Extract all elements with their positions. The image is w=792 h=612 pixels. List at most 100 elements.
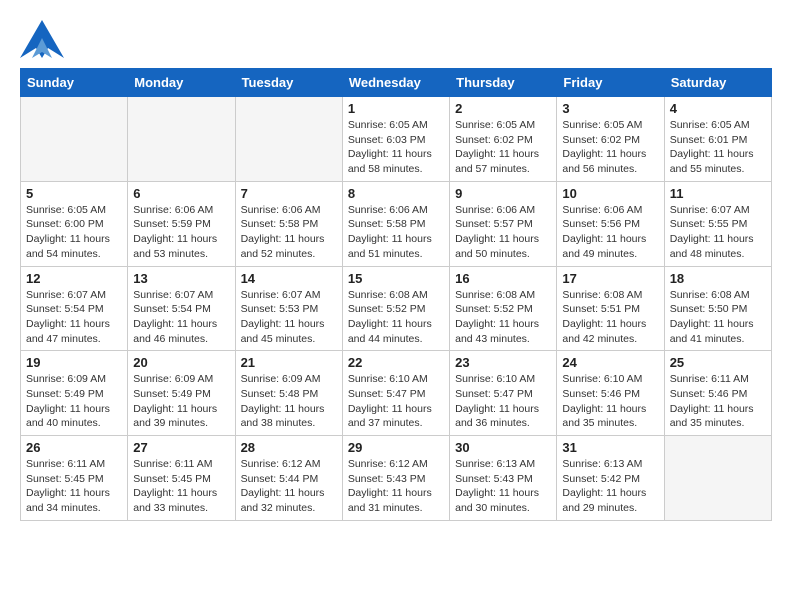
calendar-cell: 24 Sunrise: 6:10 AM Sunset: 5:46 PM Dayli…	[557, 351, 664, 436]
calendar: SundayMondayTuesdayWednesdayThursdayFrid…	[20, 68, 772, 521]
calendar-cell: 13Sunrise: 6:07 AM Sunset: 5:54 PM Dayli…	[128, 266, 235, 351]
calendar-week-1: 1 Sunrise: 6:05 AM Sunset: 6:03 PM Daylig…	[21, 97, 772, 182]
calendar-cell: 9 Sunrise: 6:06 AM Sunset: 5:57 PM Daylig…	[450, 181, 557, 266]
calendar-cell: 11 Sunrise: 6:07 AM Sunset: 5:55 PM Dayli…	[664, 181, 771, 266]
day-number: 3	[562, 101, 658, 116]
logo	[20, 20, 68, 58]
day-info: Sunrise: 6:08 AM Sunset: 5:51 PM Dayligh…	[562, 288, 658, 347]
calendar-cell	[128, 97, 235, 182]
calendar-week-4: 19 Sunrise: 6:09 AM Sunset: 5:49 PM Dayli…	[21, 351, 772, 436]
day-number: 23	[455, 355, 551, 370]
calendar-cell: 6 Sunrise: 6:06 AM Sunset: 5:59 PM Daylig…	[128, 181, 235, 266]
day-number: 24	[562, 355, 658, 370]
calendar-cell: 7 Sunrise: 6:06 AM Sunset: 5:58 PM Daylig…	[235, 181, 342, 266]
calendar-cell: 16 Sunrise: 6:08 AM Sunset: 5:52 PM Dayli…	[450, 266, 557, 351]
day-number: 10	[562, 186, 658, 201]
calendar-cell: 23 Sunrise: 6:10 AM Sunset: 5:47 PM Dayli…	[450, 351, 557, 436]
day-number: 12	[26, 271, 122, 286]
day-number: 5	[26, 186, 122, 201]
calendar-cell: 19 Sunrise: 6:09 AM Sunset: 5:49 PM Dayli…	[21, 351, 128, 436]
day-number: 28	[241, 440, 337, 455]
day-info: Sunrise: 6:09 AM Sunset: 5:49 PM Dayligh…	[26, 372, 122, 431]
day-info: Sunrise: 6:07 AM Sunset: 5:53 PM Dayligh…	[241, 288, 337, 347]
day-number: 6	[133, 186, 229, 201]
day-info: Sunrise: 6:09 AM Sunset: 5:49 PM Dayligh…	[133, 372, 229, 431]
calendar-cell: 12 Sunrise: 6:07 AM Sunset: 5:54 PM Dayli…	[21, 266, 128, 351]
day-number: 31	[562, 440, 658, 455]
calendar-cell: 30Sunrise: 6:13 AM Sunset: 5:43 PM Dayli…	[450, 436, 557, 521]
calendar-cell: 3Sunrise: 6:05 AM Sunset: 6:02 PM Daylig…	[557, 97, 664, 182]
day-number: 22	[348, 355, 444, 370]
header	[20, 20, 772, 58]
day-info: Sunrise: 6:05 AM Sunset: 6:00 PM Dayligh…	[26, 203, 122, 262]
calendar-cell: 18 Sunrise: 6:08 AM Sunset: 5:50 PM Dayli…	[664, 266, 771, 351]
day-number: 20	[133, 355, 229, 370]
day-number: 19	[26, 355, 122, 370]
day-number: 18	[670, 271, 766, 286]
header-saturday: Saturday	[664, 69, 771, 97]
day-number: 13	[133, 271, 229, 286]
day-info: Sunrise: 6:09 AM Sunset: 5:48 PM Dayligh…	[241, 372, 337, 431]
calendar-cell: 25Sunrise: 6:11 AM Sunset: 5:46 PM Dayli…	[664, 351, 771, 436]
calendar-cell	[21, 97, 128, 182]
calendar-cell: 17 Sunrise: 6:08 AM Sunset: 5:51 PM Dayli…	[557, 266, 664, 351]
day-info: Sunrise: 6:06 AM Sunset: 5:58 PM Dayligh…	[241, 203, 337, 262]
day-info: Sunrise: 6:08 AM Sunset: 5:52 PM Dayligh…	[455, 288, 551, 347]
header-monday: Monday	[128, 69, 235, 97]
day-info: Sunrise: 6:05 AM Sunset: 6:03 PM Dayligh…	[348, 118, 444, 177]
day-info: Sunrise: 6:06 AM Sunset: 5:56 PM Dayligh…	[562, 203, 658, 262]
day-number: 25	[670, 355, 766, 370]
day-number: 9	[455, 186, 551, 201]
day-number: 14	[241, 271, 337, 286]
day-info: Sunrise: 6:07 AM Sunset: 5:54 PM Dayligh…	[26, 288, 122, 347]
day-number: 16	[455, 271, 551, 286]
day-info: Sunrise: 6:12 AM Sunset: 5:44 PM Dayligh…	[241, 457, 337, 516]
calendar-cell: 29Sunrise: 6:12 AM Sunset: 5:43 PM Dayli…	[342, 436, 449, 521]
calendar-cell: 22 Sunrise: 6:10 AM Sunset: 5:47 PM Dayli…	[342, 351, 449, 436]
calendar-cell: 5 Sunrise: 6:05 AM Sunset: 6:00 PM Daylig…	[21, 181, 128, 266]
day-info: Sunrise: 6:11 AM Sunset: 5:45 PM Dayligh…	[133, 457, 229, 516]
calendar-cell: 14 Sunrise: 6:07 AM Sunset: 5:53 PM Dayli…	[235, 266, 342, 351]
header-tuesday: Tuesday	[235, 69, 342, 97]
calendar-cell	[235, 97, 342, 182]
header-thursday: Thursday	[450, 69, 557, 97]
day-info: Sunrise: 6:05 AM Sunset: 6:01 PM Dayligh…	[670, 118, 766, 177]
calendar-week-2: 5 Sunrise: 6:05 AM Sunset: 6:00 PM Daylig…	[21, 181, 772, 266]
calendar-cell: 27 Sunrise: 6:11 AM Sunset: 5:45 PM Dayli…	[128, 436, 235, 521]
calendar-week-3: 12 Sunrise: 6:07 AM Sunset: 5:54 PM Dayli…	[21, 266, 772, 351]
calendar-cell: 31 Sunrise: 6:13 AM Sunset: 5:42 PM Dayli…	[557, 436, 664, 521]
calendar-header-row: SundayMondayTuesdayWednesdayThursdayFrid…	[21, 69, 772, 97]
day-number: 15	[348, 271, 444, 286]
day-number: 4	[670, 101, 766, 116]
calendar-cell: 1 Sunrise: 6:05 AM Sunset: 6:03 PM Daylig…	[342, 97, 449, 182]
day-number: 17	[562, 271, 658, 286]
calendar-cell: 28 Sunrise: 6:12 AM Sunset: 5:44 PM Dayli…	[235, 436, 342, 521]
calendar-cell: 10 Sunrise: 6:06 AM Sunset: 5:56 PM Dayli…	[557, 181, 664, 266]
day-info: Sunrise: 6:13 AM Sunset: 5:42 PM Dayligh…	[562, 457, 658, 516]
day-info: Sunrise: 6:06 AM Sunset: 5:58 PM Dayligh…	[348, 203, 444, 262]
day-info: Sunrise: 6:06 AM Sunset: 5:59 PM Dayligh…	[133, 203, 229, 262]
day-number: 7	[241, 186, 337, 201]
header-wednesday: Wednesday	[342, 69, 449, 97]
day-info: Sunrise: 6:06 AM Sunset: 5:57 PM Dayligh…	[455, 203, 551, 262]
day-number: 11	[670, 186, 766, 201]
day-info: Sunrise: 6:11 AM Sunset: 5:45 PM Dayligh…	[26, 457, 122, 516]
logo-icon	[20, 20, 64, 58]
day-info: Sunrise: 6:08 AM Sunset: 5:50 PM Dayligh…	[670, 288, 766, 347]
calendar-cell	[664, 436, 771, 521]
day-number: 29	[348, 440, 444, 455]
day-number: 27	[133, 440, 229, 455]
day-info: Sunrise: 6:10 AM Sunset: 5:47 PM Dayligh…	[348, 372, 444, 431]
calendar-cell: 8Sunrise: 6:06 AM Sunset: 5:58 PM Daylig…	[342, 181, 449, 266]
day-number: 1	[348, 101, 444, 116]
calendar-cell: 2 Sunrise: 6:05 AM Sunset: 6:02 PM Daylig…	[450, 97, 557, 182]
day-info: Sunrise: 6:07 AM Sunset: 5:55 PM Dayligh…	[670, 203, 766, 262]
day-info: Sunrise: 6:10 AM Sunset: 5:46 PM Dayligh…	[562, 372, 658, 431]
day-number: 2	[455, 101, 551, 116]
day-info: Sunrise: 6:08 AM Sunset: 5:52 PM Dayligh…	[348, 288, 444, 347]
header-sunday: Sunday	[21, 69, 128, 97]
calendar-cell: 20 Sunrise: 6:09 AM Sunset: 5:49 PM Dayli…	[128, 351, 235, 436]
calendar-week-5: 26Sunrise: 6:11 AM Sunset: 5:45 PM Dayli…	[21, 436, 772, 521]
day-info: Sunrise: 6:05 AM Sunset: 6:02 PM Dayligh…	[455, 118, 551, 177]
day-info: Sunrise: 6:10 AM Sunset: 5:47 PM Dayligh…	[455, 372, 551, 431]
